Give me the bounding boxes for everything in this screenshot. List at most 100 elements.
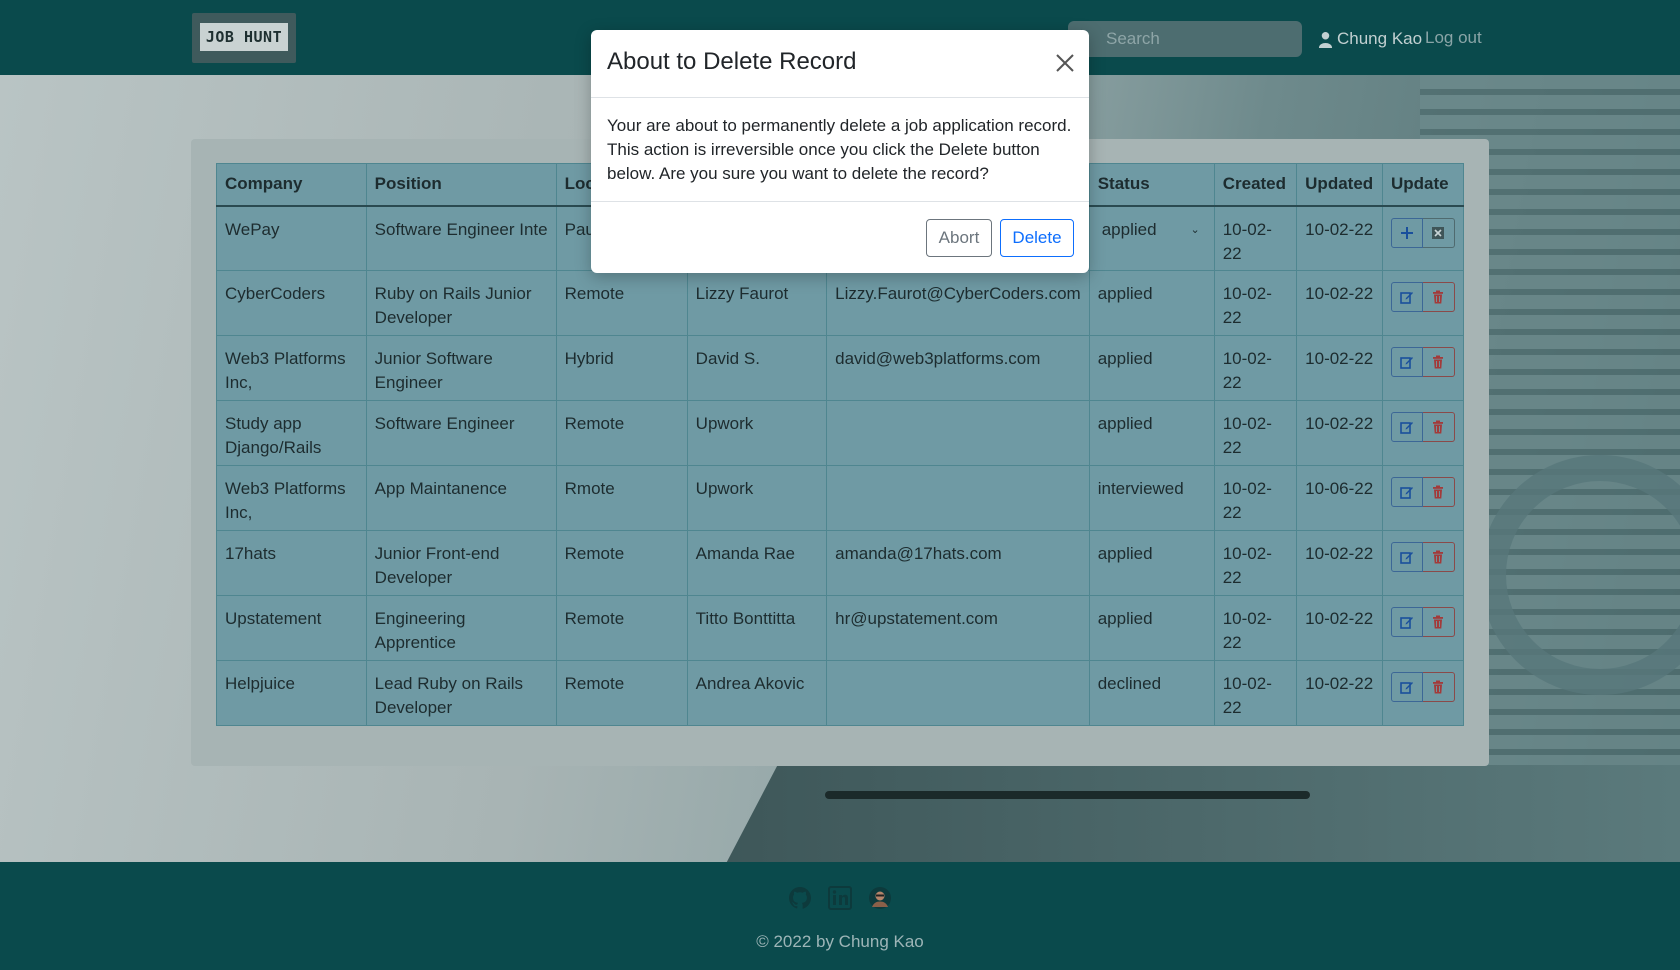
save-row-button[interactable] — [1390, 217, 1423, 248]
row-actions — [1390, 542, 1455, 572]
cell-contact: Andrea Akovic — [686, 660, 828, 726]
cell-updated: 10-02-22 — [1296, 335, 1383, 401]
cell-location: Hybrid — [555, 335, 688, 401]
abort-button[interactable]: Abort — [926, 219, 992, 257]
column-header-status[interactable]: Status — [1088, 163, 1215, 207]
delete-row-button[interactable] — [1422, 477, 1455, 507]
cell-created: 10-02-22 — [1213, 660, 1298, 726]
edit-icon — [1400, 357, 1413, 369]
edit-icon — [1400, 422, 1413, 434]
edit-row-button[interactable] — [1390, 412, 1423, 442]
user-menu[interactable]: Chung Kao — [1318, 28, 1422, 50]
cell-updated: 10-02-22 — [1296, 530, 1383, 596]
cell-email — [826, 660, 1090, 726]
cell-update — [1381, 205, 1465, 271]
delete-row-button[interactable] — [1422, 672, 1455, 702]
edit-row-button[interactable] — [1390, 607, 1423, 637]
avatar-icon[interactable] — [868, 886, 892, 910]
cell-update — [1381, 660, 1465, 726]
cell-email: david@web3platforms.com — [826, 335, 1090, 401]
cell-contact: Amanda Rae — [686, 530, 828, 596]
cell-company: Helpjuice — [216, 660, 367, 726]
cell-status: applied ⌄ — [1088, 205, 1215, 271]
cell-created: 10-02-22 — [1213, 400, 1298, 466]
cell-status: applied — [1088, 270, 1215, 336]
edit-row-button[interactable] — [1390, 477, 1423, 507]
edit-row-button[interactable] — [1390, 282, 1423, 312]
cell-status: applied — [1088, 335, 1215, 401]
edit-icon — [1400, 292, 1413, 304]
copyright-text: © 2022 by Chung Kao — [756, 932, 924, 951]
column-header-position[interactable]: Position — [365, 163, 557, 207]
edit-row-button[interactable] — [1390, 347, 1423, 377]
cell-position: Ruby on Rails Junior Developer — [365, 270, 557, 336]
edit-row-button[interactable] — [1390, 542, 1423, 572]
job-hunt-logo[interactable]: JOB HUNT — [192, 13, 296, 63]
modal-body-text: Your are about to permanently delete a j… — [607, 116, 1072, 183]
edit-row-button[interactable] — [1390, 672, 1423, 702]
delete-row-button[interactable] — [1422, 347, 1455, 377]
column-header-updated[interactable]: Updated — [1296, 163, 1383, 207]
cell-email: Lizzy.Faurot@CyberCoders.com — [826, 270, 1090, 336]
trash-icon — [1433, 615, 1444, 629]
cell-position: App Maintanence — [365, 465, 557, 531]
delete-row-button[interactable] — [1422, 607, 1455, 637]
cell-contact: Titto Bonttitta — [686, 595, 828, 661]
table-row: Web3 Platforms Inc, App Maintanence Rmote U… — [216, 465, 1465, 531]
row-actions — [1390, 282, 1455, 312]
status-select[interactable]: applied ⌄ — [1098, 215, 1206, 245]
delete-confirm-modal: About to Delete Record Your are about to… — [591, 30, 1089, 273]
cell-contact: Upwork — [686, 465, 828, 531]
close-icon[interactable] — [1054, 52, 1076, 74]
cell-location: Remote — [555, 530, 688, 596]
edit-icon — [1400, 617, 1413, 629]
delete-row-button[interactable] — [1422, 412, 1455, 442]
cell-update — [1381, 270, 1465, 336]
background-bar — [825, 791, 1310, 799]
table-row: 17hats Junior Front-end Developer Remote Am… — [216, 530, 1465, 596]
table-row: CyberCoders Ruby on Rails Junior Develope… — [216, 270, 1465, 336]
column-header-company[interactable]: Company — [216, 163, 367, 207]
edit-icon — [1400, 487, 1413, 499]
cell-position: Lead Ruby on Rails Developer — [365, 660, 557, 726]
user-icon — [1318, 31, 1333, 48]
cancel-edit-button[interactable] — [1422, 217, 1455, 248]
delete-row-button[interactable] — [1422, 542, 1455, 572]
modal-title: About to Delete Record — [607, 48, 857, 75]
trash-icon — [1433, 420, 1444, 434]
logout-link[interactable]: Log out — [1425, 28, 1482, 48]
plus-icon — [1400, 226, 1413, 239]
footer: © 2022 by Chung Kao — [0, 862, 1680, 970]
background-floor — [720, 765, 1680, 862]
table-row: Upstatement Engineering Apprentice Remote T… — [216, 595, 1465, 661]
cell-update — [1381, 465, 1465, 531]
github-icon[interactable] — [788, 886, 812, 910]
linkedin-icon[interactable] — [828, 886, 852, 910]
cell-company: Web3 Platforms Inc, — [216, 335, 367, 401]
row-actions — [1390, 347, 1455, 377]
cell-contact: Upwork — [686, 400, 828, 466]
cell-location: Rmote — [555, 465, 688, 531]
search-input[interactable] — [1102, 21, 1302, 57]
social-links — [788, 886, 892, 910]
cell-status: applied — [1088, 595, 1215, 661]
cell-created: 10-02-22 — [1213, 530, 1298, 596]
delete-row-button[interactable] — [1422, 282, 1455, 312]
cell-location: Remote — [555, 660, 688, 726]
delete-button[interactable]: Delete — [1000, 219, 1074, 257]
cancel-icon — [1432, 226, 1445, 239]
cell-created: 10-02-22 — [1213, 595, 1298, 661]
cell-company: Study app Django/Rails — [216, 400, 367, 466]
cell-company: Upstatement — [216, 595, 367, 661]
row-actions — [1390, 412, 1455, 442]
cell-created: 10-02-22 — [1213, 205, 1298, 271]
column-header-created[interactable]: Created — [1213, 163, 1298, 207]
chevron-down-icon: ⌄ — [1190, 223, 1200, 236]
cell-position: Software Engineer — [365, 400, 557, 466]
column-header-update: Update — [1381, 163, 1465, 207]
trash-icon — [1433, 485, 1444, 499]
trash-icon — [1433, 290, 1444, 304]
cell-company: WePay — [216, 205, 367, 271]
edit-icon — [1400, 682, 1413, 694]
cell-email: amanda@17hats.com — [826, 530, 1090, 596]
